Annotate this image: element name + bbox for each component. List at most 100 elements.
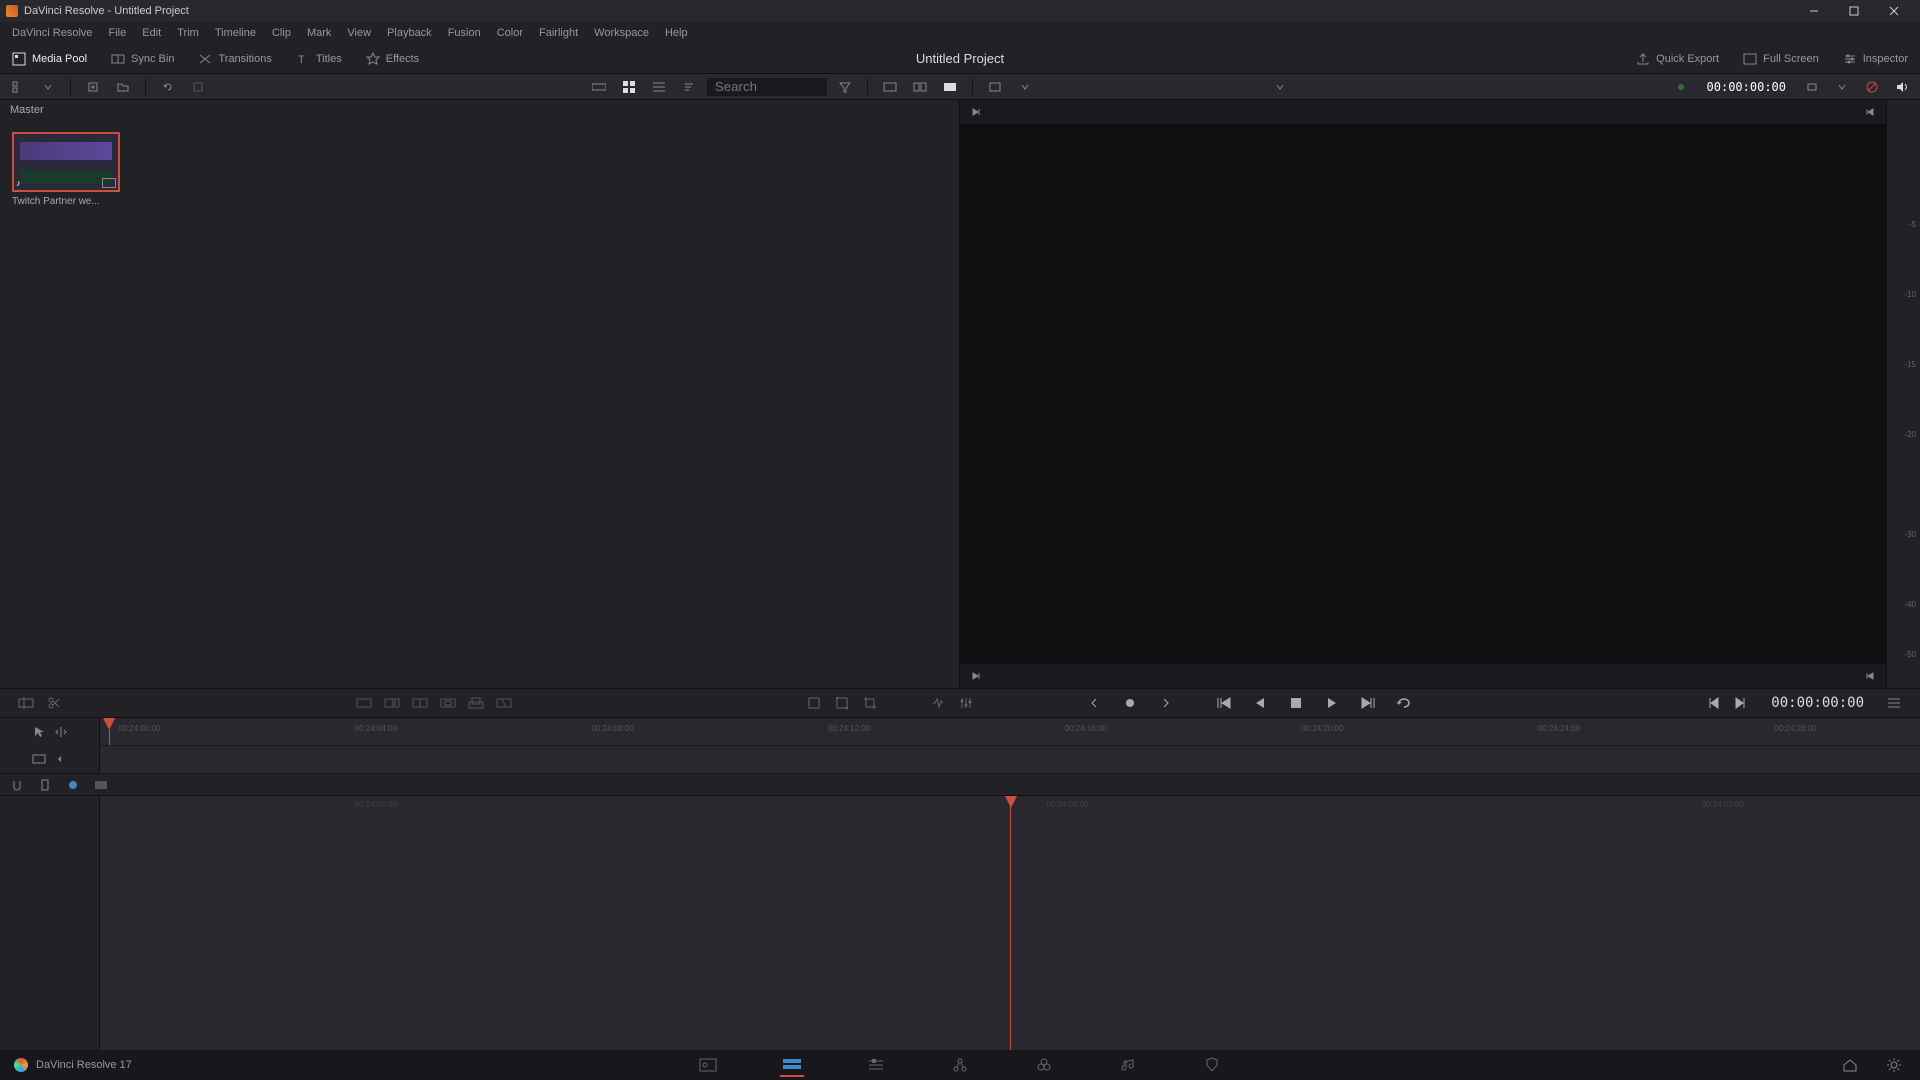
media-grid[interactable]: ♪ Twitch Partner we... <box>0 120 959 223</box>
timeline-canvas[interactable]: 00:24:00:00 00:24:02:00 00:24:02:00 <box>100 796 1920 1058</box>
quick-export-button[interactable]: Quick Export <box>1624 52 1731 66</box>
loop-button[interactable] <box>1390 691 1418 715</box>
viewer-canvas[interactable] <box>960 124 1886 664</box>
media-clip[interactable]: ♪ Twitch Partner we... <box>12 132 120 211</box>
menu-playback[interactable]: Playback <box>379 25 440 41</box>
menu-clip[interactable]: Clip <box>264 25 299 41</box>
aspect-dropdown[interactable] <box>1013 77 1037 97</box>
menu-trim[interactable]: Trim <box>169 25 207 41</box>
menu-edit[interactable]: Edit <box>134 25 169 41</box>
clip-view-2[interactable] <box>908 77 932 97</box>
menu-color[interactable]: Color <box>489 25 531 41</box>
closeup-button[interactable] <box>434 691 462 715</box>
panel-sync-bin[interactable]: Sync Bin <box>99 44 186 73</box>
bin-dropdown[interactable] <box>36 77 60 97</box>
search-input[interactable] <box>707 78 827 96</box>
menu-fairlight[interactable]: Fairlight <box>531 25 586 41</box>
audio-only-tool[interactable] <box>54 754 68 764</box>
upper-ruler-full[interactable]: 00:24:00:00 00:24:04:00 00:24:08:00 00:2… <box>100 718 1920 746</box>
upper-ruler-detail[interactable] <box>100 746 1920 774</box>
tc-dropdown[interactable] <box>1830 77 1854 97</box>
timeline-timecode[interactable]: 00:00:00:00 <box>1771 695 1864 711</box>
home-button[interactable] <box>1838 1053 1862 1077</box>
menu-help[interactable]: Help <box>657 25 696 41</box>
clip-thumbnail[interactable]: ♪ <box>12 132 120 192</box>
playhead-upper[interactable] <box>103 718 115 730</box>
playhead-lower[interactable] <box>1010 796 1011 1058</box>
page-fusion[interactable] <box>948 1053 972 1077</box>
page-cut[interactable] <box>780 1053 804 1077</box>
audio-trim-button[interactable] <box>924 691 952 715</box>
crop-button[interactable] <box>856 691 884 715</box>
page-fairlight[interactable] <box>1116 1053 1140 1077</box>
project-settings-button[interactable] <box>1882 1053 1906 1077</box>
video-only-tool[interactable] <box>32 754 46 764</box>
minimize-button[interactable] <box>1794 0 1834 22</box>
go-start-button[interactable] <box>1210 691 1238 715</box>
menu-timeline[interactable]: Timeline <box>207 25 264 41</box>
stop-button[interactable] <box>1282 691 1310 715</box>
timeline-end-button[interactable] <box>1727 691 1755 715</box>
resolution-dropdown[interactable] <box>1268 77 1292 97</box>
play-reverse-button[interactable] <box>1246 691 1274 715</box>
menu-davinci[interactable]: DaVinci Resolve <box>4 25 101 41</box>
source-overwrite-button[interactable] <box>490 691 518 715</box>
import-folder-button[interactable] <box>111 77 135 97</box>
audio-toggle[interactable] <box>1890 77 1914 97</box>
inspector-button[interactable]: Inspector <box>1831 52 1920 66</box>
jump-end-button[interactable] <box>1862 668 1878 684</box>
go-end-button[interactable] <box>1354 691 1382 715</box>
menu-mark[interactable]: Mark <box>299 25 339 41</box>
next-edit-button[interactable] <box>1862 104 1878 120</box>
menu-file[interactable]: File <box>101 25 135 41</box>
panel-media-pool[interactable]: Media Pool <box>0 44 99 73</box>
sync-lock-toggle[interactable] <box>64 778 82 792</box>
boring-detector-button[interactable] <box>12 691 40 715</box>
ripple-overwrite-button[interactable] <box>406 691 434 715</box>
refresh-button[interactable] <box>156 77 180 97</box>
place-on-top-button[interactable] <box>462 691 490 715</box>
transform-button[interactable] <box>828 691 856 715</box>
timeline-options-button[interactable] <box>1880 691 1908 715</box>
panel-transitions[interactable]: Transitions <box>186 44 283 73</box>
marker-toggle[interactable] <box>36 778 54 792</box>
jog-prev[interactable] <box>1080 691 1108 715</box>
jump-start-button[interactable] <box>968 668 984 684</box>
smart-insert-button[interactable] <box>350 691 378 715</box>
clip-view-1[interactable] <box>878 77 902 97</box>
timeline-arrow-tool[interactable] <box>32 725 46 739</box>
panel-effects[interactable]: Effects <box>354 44 431 73</box>
jog-wheel[interactable] <box>1116 691 1144 715</box>
bin-list-button[interactable] <box>6 77 30 97</box>
thumbnail-view-button[interactable] <box>617 77 641 97</box>
menu-workspace[interactable]: Workspace <box>586 25 657 41</box>
bypass-button[interactable] <box>1860 77 1884 97</box>
strip-view-button[interactable] <box>587 77 611 97</box>
jog-next[interactable] <box>1152 691 1180 715</box>
prev-edit-button[interactable] <box>968 104 984 120</box>
page-media[interactable] <box>696 1053 720 1077</box>
aspect-button[interactable] <box>983 77 1007 97</box>
tools-button[interactable] <box>800 691 828 715</box>
menu-fusion[interactable]: Fusion <box>440 25 489 41</box>
mixer-button[interactable] <box>952 691 980 715</box>
snap-toggle[interactable] <box>8 778 26 792</box>
page-edit[interactable] <box>864 1053 888 1077</box>
tc-mode-button[interactable] <box>1800 77 1824 97</box>
trim-tool[interactable] <box>54 725 68 739</box>
page-deliver[interactable] <box>1200 1053 1224 1077</box>
action-button[interactable] <box>186 77 210 97</box>
import-media-button[interactable] <box>81 77 105 97</box>
play-button[interactable] <box>1318 691 1346 715</box>
full-screen-button[interactable]: Full Screen <box>1731 52 1831 66</box>
menu-view[interactable]: View <box>339 25 379 41</box>
panel-titles[interactable]: T Titles <box>284 44 354 73</box>
track-headers[interactable] <box>0 796 100 1058</box>
split-button[interactable] <box>40 691 68 715</box>
close-button[interactable] <box>1874 0 1914 22</box>
append-button[interactable] <box>378 691 406 715</box>
maximize-button[interactable] <box>1834 0 1874 22</box>
list-view-button[interactable] <box>647 77 671 97</box>
sort-button[interactable] <box>677 77 701 97</box>
breadcrumb[interactable]: Master <box>0 100 959 120</box>
